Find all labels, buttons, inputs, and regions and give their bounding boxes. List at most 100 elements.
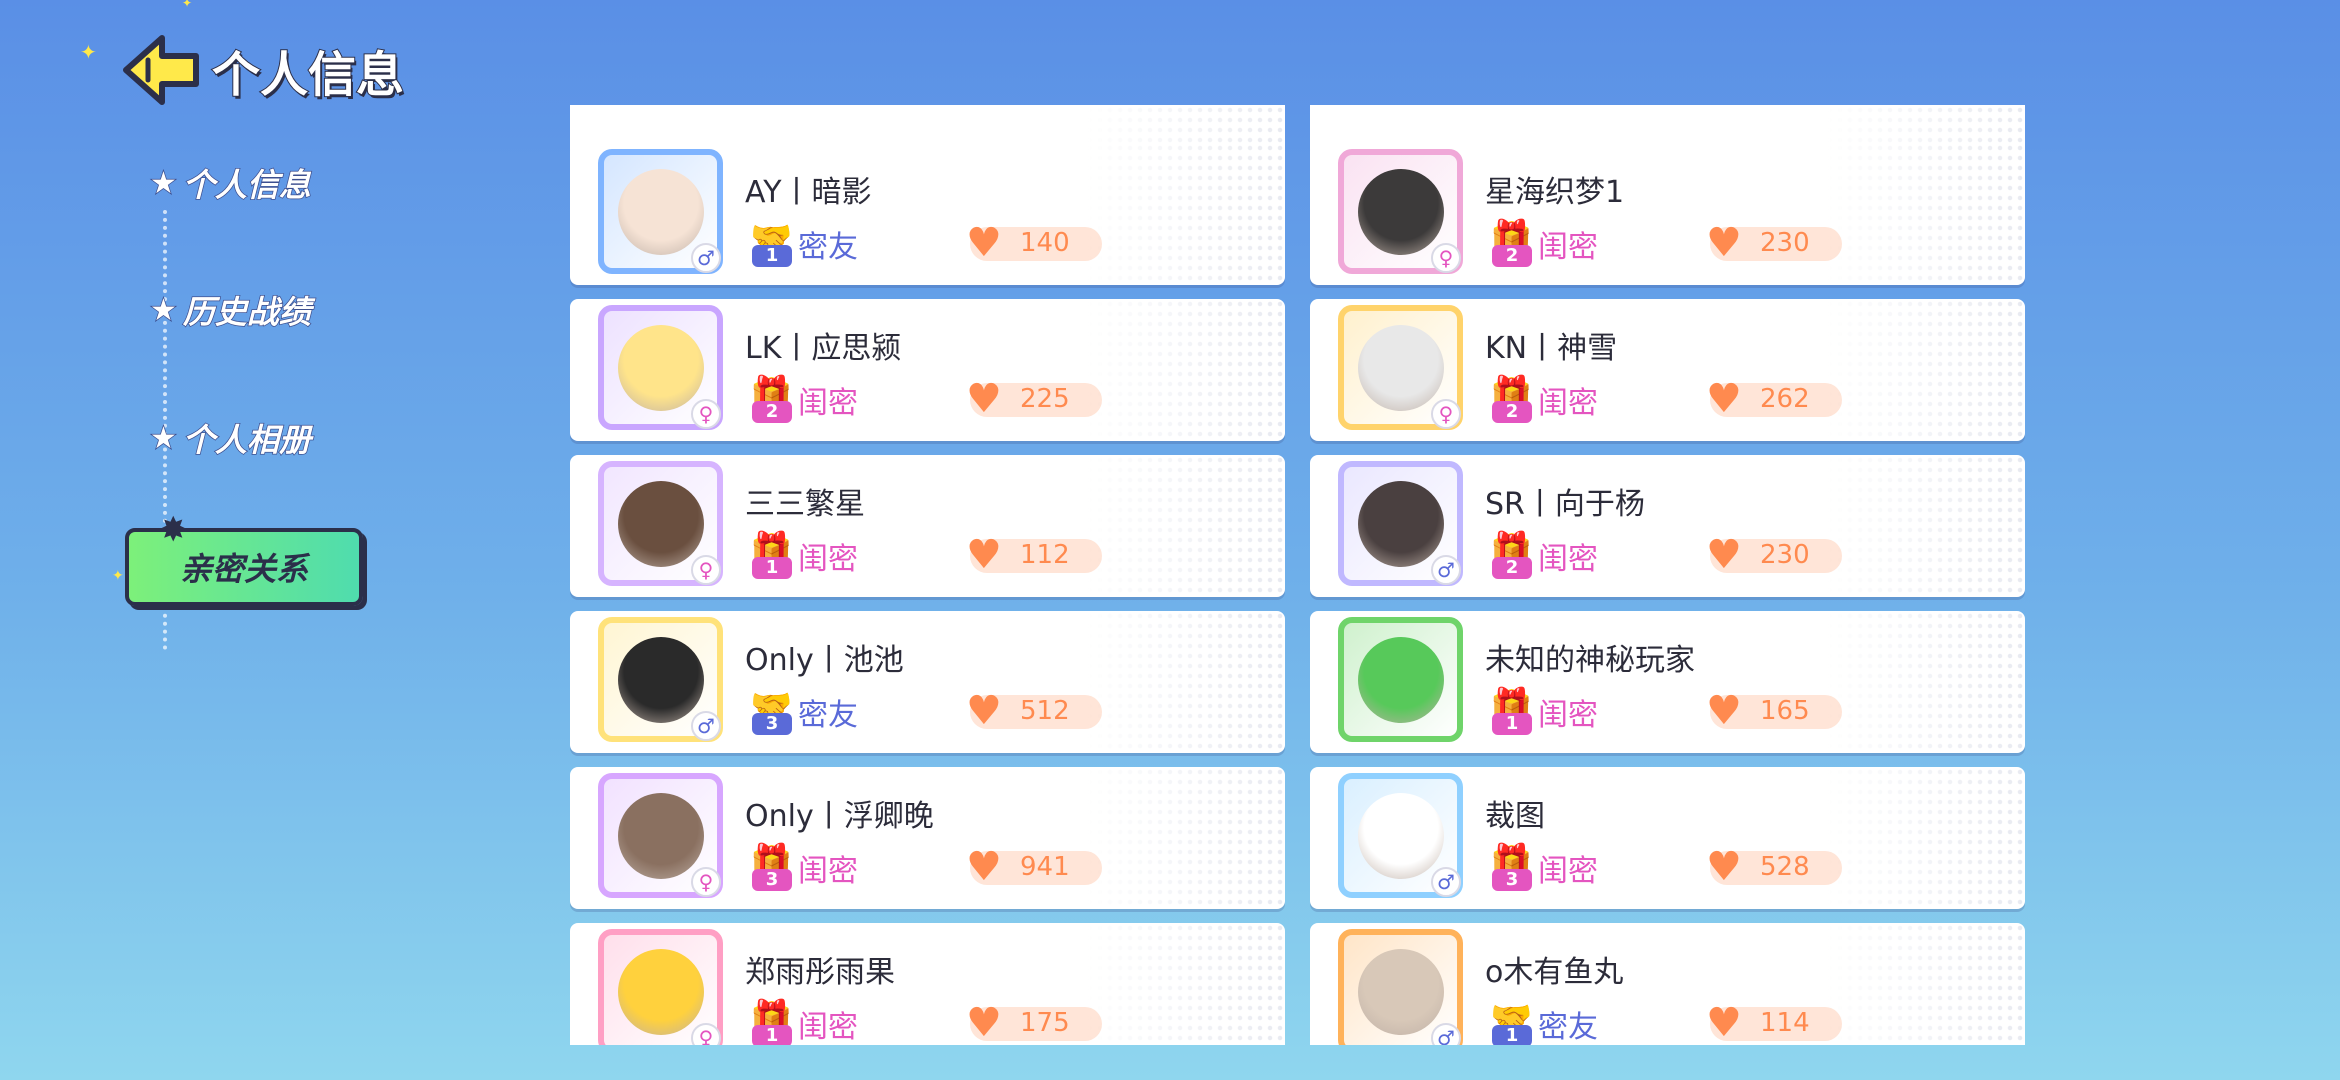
avatar-image [1358, 949, 1444, 1035]
relation-label: 闺密 [1538, 698, 1598, 733]
heart-icon: ♥ [966, 844, 1002, 890]
avatar[interactable]: ♂ [598, 149, 723, 279]
avatar-image [1358, 325, 1444, 411]
avatar[interactable]: ♀ [1338, 149, 1463, 279]
intimacy-pill: ♥ 941 [966, 845, 1102, 889]
avatar[interactable]: ♂ [598, 617, 723, 747]
relation-level: 1 [1492, 713, 1532, 735]
friend-card[interactable]: ♂ Only丨池池 🤝 3 密友 ♥ 512 [570, 611, 1285, 753]
heart-icon: ♥ [1706, 1000, 1742, 1045]
heart-icon: ♥ [1706, 844, 1742, 890]
page-header: 个人信息 [118, 30, 405, 110]
gender-icon: ♀ [691, 1023, 721, 1045]
avatar[interactable]: ♀ [598, 929, 723, 1045]
sidebar-item-label: 个人相册 [182, 420, 312, 460]
avatar[interactable]: ♂ [1338, 773, 1463, 903]
avatar-image [1358, 637, 1444, 723]
heart-icon: ♥ [966, 376, 1002, 422]
sparkle-icon: ✦ [80, 40, 97, 64]
avatar-image [618, 793, 704, 879]
intimacy-value: 140 [1020, 228, 1070, 258]
relation-badge: 🎁 1 闺密 [748, 533, 858, 579]
friend-card[interactable]: ♀ 三三繁星 🎁 1 闺密 ♥ 112 [570, 455, 1285, 597]
gift-icon: 🎁 3 [750, 842, 793, 891]
intimacy-value: 262 [1760, 384, 1810, 414]
gift-icon: 🎁 2 [750, 374, 793, 423]
intimacy-value: 175 [1020, 1008, 1070, 1038]
player-name: 未知的神秘玩家 [1485, 643, 1695, 678]
intimacy-value: 225 [1020, 384, 1070, 414]
player-name: 星海织梦1 [1485, 175, 1625, 210]
sidebar-item-album[interactable]: ★ 个人相册 [149, 415, 312, 461]
relation-label: 闺密 [798, 854, 858, 889]
player-name: o木有鱼丸 [1485, 955, 1624, 990]
sidebar-item-profile[interactable]: ★ 个人信息 [149, 160, 312, 206]
friend-card[interactable]: ♀ 郑雨彤雨果 🎁 1 闺密 ♥ 175 [570, 923, 1285, 1045]
friend-card[interactable]: 未知的神秘玩家 🎁 1 闺密 ♥ 165 [1310, 611, 2025, 753]
relation-level: 2 [1492, 401, 1532, 423]
heart-icon: ♥ [966, 688, 1002, 734]
player-name: AY丨暗影 [745, 175, 872, 210]
avatar-image [618, 637, 704, 723]
relation-level: 2 [1492, 245, 1532, 267]
avatar[interactable]: ♂ [1338, 461, 1463, 591]
gender-icon: ♂ [1431, 867, 1461, 897]
player-name: 裁图 [1485, 799, 1545, 834]
intimacy-pill: ♥ 165 [1706, 689, 1842, 733]
avatar[interactable]: ♀ [598, 773, 723, 903]
avatar[interactable]: ♂ [1338, 929, 1463, 1045]
avatar-image [618, 481, 704, 567]
relation-label: 闺密 [798, 386, 858, 421]
relation-badge: 🎁 3 闺密 [748, 845, 858, 891]
gift-icon: 🎁 1 [750, 998, 793, 1045]
relation-label: 闺密 [798, 542, 858, 577]
relation-badge: 🤝 1 密友 [748, 221, 858, 267]
friend-card[interactable]: ♀ KN丨神雪 🎁 2 闺密 ♥ 262 [1310, 299, 2025, 441]
relationship-list[interactable]: ♂ AY丨暗影 🤝 1 密友 ♥ 140 ♀ 星海织梦1 🎁 2 闺密 ♥ 230 ♀ LK丨应思颍 🎁 2 闺密 ♥… [570, 105, 2025, 1045]
intimacy-value: 941 [1020, 852, 1070, 882]
star-icon: ★ [149, 420, 177, 457]
sidebar: ★ 个人信息 ★ 历史战绩 ★ 个人相册 ✸ 亲密关系 ✦ [0, 140, 380, 650]
avatar[interactable]: ♀ [598, 461, 723, 591]
intimacy-value: 512 [1020, 696, 1070, 726]
player-name: Only丨池池 [745, 643, 904, 678]
friend-card[interactable]: ♀ 星海织梦1 🎁 2 闺密 ♥ 230 [1310, 143, 2025, 285]
avatar-image [618, 169, 704, 255]
avatar[interactable] [1338, 617, 1463, 747]
gender-icon: ♂ [1431, 555, 1461, 585]
gender-icon: ♂ [1431, 1023, 1461, 1045]
relation-level: 1 [752, 557, 792, 579]
intimacy-pill: ♥ 225 [966, 377, 1102, 421]
star-icon: ★ [149, 165, 177, 202]
sidebar-item-label: 个人信息 [182, 165, 312, 205]
handshake-icon: 🤝 3 [750, 686, 793, 735]
relation-level: 1 [1492, 1025, 1532, 1045]
sidebar-item-history[interactable]: ★ 历史战绩 [149, 287, 311, 333]
friend-card[interactable]: ♀ Only丨浮卿晚 🎁 3 闺密 ♥ 941 [570, 767, 1285, 909]
friend-card[interactable]: ♂ AY丨暗影 🤝 1 密友 ♥ 140 [570, 143, 1285, 285]
intimacy-value: 230 [1760, 540, 1810, 570]
relation-label: 闺密 [1538, 386, 1598, 421]
relation-badge: 🤝 3 密友 [748, 689, 858, 735]
gender-icon: ♀ [691, 399, 721, 429]
relation-label: 密友 [798, 698, 858, 733]
friend-card[interactable]: ♀ LK丨应思颍 🎁 2 闺密 ♥ 225 [570, 299, 1285, 441]
relation-level: 3 [752, 713, 792, 735]
friend-card[interactable]: ♂ 裁图 🎁 3 闺密 ♥ 528 [1310, 767, 2025, 909]
sidebar-item-intimacy[interactable]: ✸ 亲密关系 [125, 510, 363, 606]
intimacy-value: 165 [1760, 696, 1810, 726]
friend-card[interactable]: ♂ SR丨向于杨 🎁 2 闺密 ♥ 230 [1310, 455, 2025, 597]
friend-card[interactable]: ♂ o木有鱼丸 🤝 1 密友 ♥ 114 [1310, 923, 2025, 1045]
avatar[interactable]: ♀ [1338, 305, 1463, 435]
avatar-image [1358, 793, 1444, 879]
avatar[interactable]: ♀ [598, 305, 723, 435]
heart-icon: ♥ [1706, 220, 1742, 266]
intimacy-pill: ♥ 140 [966, 221, 1102, 265]
handshake-icon: 🤝 1 [1490, 998, 1533, 1045]
back-button[interactable] [118, 30, 202, 110]
gender-icon: ♀ [691, 867, 721, 897]
gift-icon: 🎁 2 [1490, 530, 1533, 579]
relation-level: 3 [752, 869, 792, 891]
relation-badge: 🎁 2 闺密 [1488, 377, 1598, 423]
gender-icon: ♀ [691, 555, 721, 585]
